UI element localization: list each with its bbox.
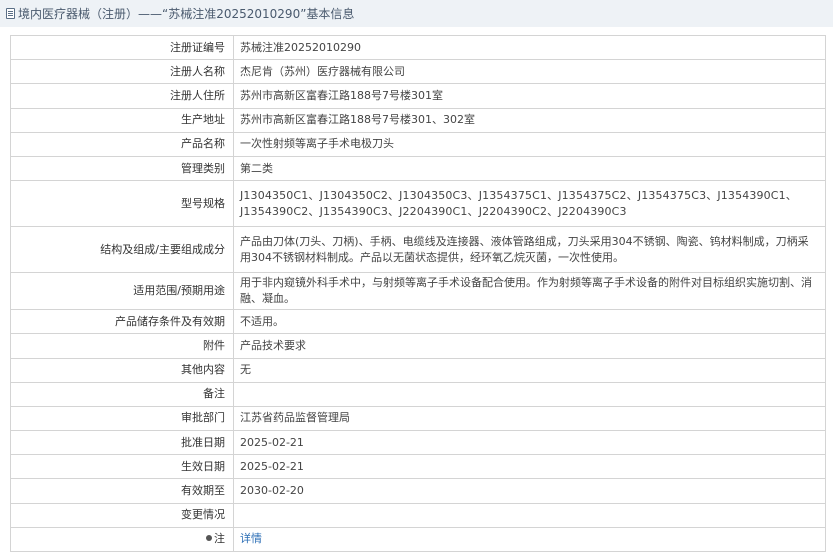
table-row: 管理类别 第二类 (10, 155, 826, 182)
page-title-bar: 境内医疗器械（注册）——“苏械注准20252010290”基本信息 (0, 0, 833, 27)
row-value (233, 381, 826, 407)
row-label: 注册人住所 (10, 83, 234, 109)
table-row: 附件 产品技术要求 (10, 333, 826, 359)
note-label-cell: 注 (10, 526, 234, 552)
bullet-icon (206, 535, 212, 542)
row-value: J1304350C1、J1304350C2、J1304350C3、J135437… (233, 180, 826, 228)
row-label: 注册人名称 (10, 59, 234, 85)
row-value: 江苏省药品监督管理局 (233, 405, 826, 432)
row-label: 备注 (10, 381, 234, 407)
row-value: 2030-02-20 (233, 478, 826, 504)
table-row: 结构及组成/主要组成成分 产品由刀体(刀头、刀柄)、手柄、电缆线及连接器、液体管… (10, 226, 826, 274)
row-label: 生产地址 (10, 107, 234, 133)
row-value: 杰尼肯（苏州）医疗器械有限公司 (233, 59, 826, 85)
table-row: 其他内容 无 (10, 357, 826, 383)
row-value: 产品技术要求 (233, 333, 826, 359)
document-icon (6, 8, 15, 19)
row-label: 有效期至 (10, 478, 234, 504)
table-row: 批准日期 2025-02-21 (10, 430, 826, 456)
table-row: 生效日期 2025-02-21 (10, 454, 826, 480)
table-row: 产品储存条件及有效期 不适用。 (10, 309, 826, 335)
table-row: 有效期至 2030-02-20 (10, 478, 826, 504)
row-value: 一次性射频等离子手术电极刀头 (233, 131, 826, 157)
table-row: 型号规格 J1304350C1、J1304350C2、J1304350C3、J1… (10, 180, 826, 228)
row-label: 型号规格 (10, 180, 234, 228)
note-value-cell: 详情 (233, 526, 826, 552)
row-label: 产品名称 (10, 131, 234, 157)
row-value: 用于非内窥镜外科手术中，与射频等离子手术设备配合使用。作为射频等离子手术设备的附… (233, 272, 826, 311)
row-label: 产品储存条件及有效期 (10, 309, 234, 335)
table-row: 生产地址 苏州市高新区富春江路188号7号楼301、302室 (10, 107, 826, 133)
row-value: 不适用。 (233, 309, 826, 335)
row-value: 苏械注准20252010290 (233, 34, 826, 61)
row-label: 审批部门 (10, 405, 234, 432)
row-value (233, 502, 826, 528)
table-row: 审批部门 江苏省药品监督管理局 (10, 405, 826, 432)
row-value: 苏州市高新区富春江路188号7号楼301、302室 (233, 107, 826, 133)
page-title: 境内医疗器械（注册）——“苏械注准20252010290”基本信息 (18, 7, 355, 21)
table-row: 注册证编号 苏械注准20252010290 (10, 34, 826, 61)
table-row: 变更情况 (10, 502, 826, 528)
registration-info-table: 注册证编号 苏械注准20252010290 注册人名称 杰尼肯（苏州）医疗器械有… (10, 34, 826, 552)
table-row: 备注 (10, 381, 826, 407)
table-row: 适用范围/预期用途 用于非内窥镜外科手术中，与射频等离子手术设备配合使用。作为射… (10, 272, 826, 311)
table-row: 注 详情 (10, 526, 826, 552)
row-value: 2025-02-21 (233, 454, 826, 480)
row-value: 第二类 (233, 155, 826, 182)
details-link[interactable]: 详情 (240, 532, 262, 545)
note-label: 注 (214, 532, 225, 546)
row-label: 变更情况 (10, 502, 234, 528)
row-value: 无 (233, 357, 826, 383)
table-row: 注册人名称 杰尼肯（苏州）医疗器械有限公司 (10, 59, 826, 85)
row-label: 批准日期 (10, 430, 234, 456)
table-row: 产品名称 一次性射频等离子手术电极刀头 (10, 131, 826, 157)
row-label: 适用范围/预期用途 (10, 272, 234, 311)
row-value: 产品由刀体(刀头、刀柄)、手柄、电缆线及连接器、液体管路组成，刀头采用304不锈… (233, 226, 826, 274)
row-value: 2025-02-21 (233, 430, 826, 456)
row-label: 附件 (10, 333, 234, 359)
row-label: 结构及组成/主要组成成分 (10, 226, 234, 274)
row-label: 其他内容 (10, 357, 234, 383)
row-label: 管理类别 (10, 155, 234, 182)
table-row: 注册人住所 苏州市高新区富春江路188号7号楼301室 (10, 83, 826, 109)
row-value: 苏州市高新区富春江路188号7号楼301室 (233, 83, 826, 109)
row-label: 注册证编号 (10, 34, 234, 61)
row-label: 生效日期 (10, 454, 234, 480)
